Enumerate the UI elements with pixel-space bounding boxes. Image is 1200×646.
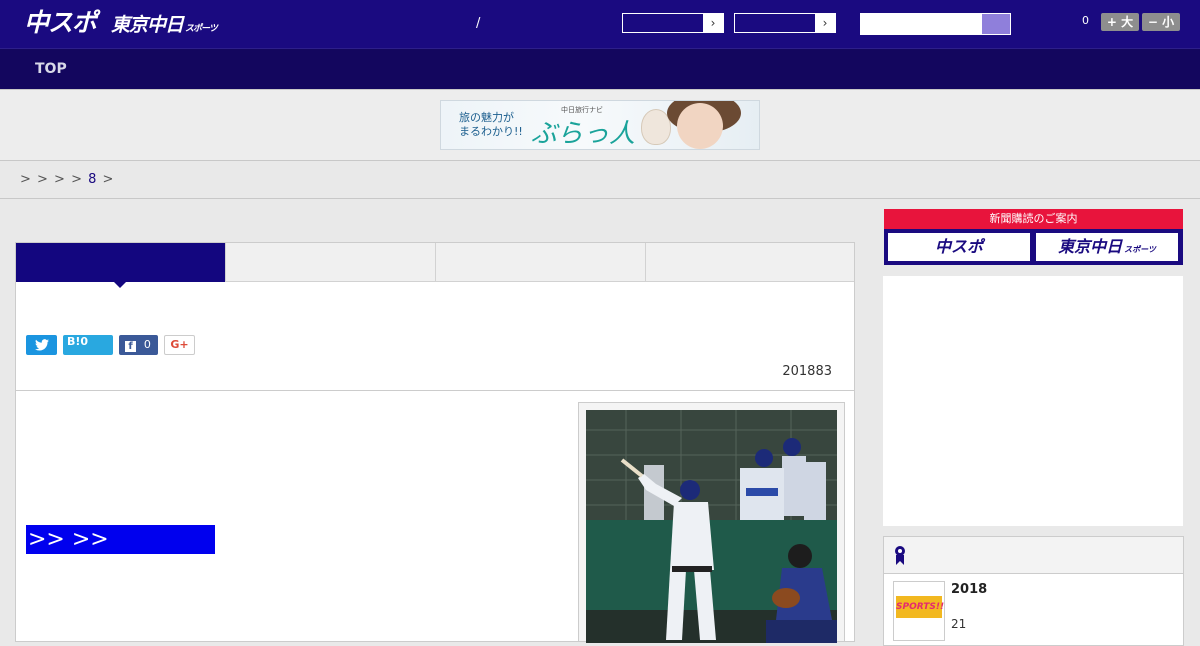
ribbon-icon: [895, 546, 905, 565]
hatena-bookmark-button[interactable]: B!0: [63, 335, 113, 355]
search-button[interactable]: [982, 14, 1010, 34]
google-plus-button[interactable]: G+: [164, 335, 195, 355]
ranking-item-title[interactable]: 2018: [951, 582, 987, 597]
tab-4[interactable]: [646, 243, 854, 282]
twitter-share-button[interactable]: [26, 335, 57, 355]
subscribe-options: 中スポ 東京中日 スポーツ: [884, 229, 1183, 265]
tokyo-logo-sub: スポーツ: [185, 24, 218, 34]
sidebar-ad-slot: [883, 276, 1183, 526]
ad-brand: ぶらっ人: [531, 119, 636, 149]
article-date: 201883: [782, 364, 832, 379]
travel-ad-banner[interactable]: 旅の魅力が まるわかり!! 中日旅行ナビ ぶらっ人: [440, 100, 760, 150]
thumbnail-text: SPORTS!!: [896, 596, 944, 618]
global-nav: TOP: [0, 48, 1200, 89]
ad-band: 旅の魅力が まるわかり!! 中日旅行ナビ ぶらっ人: [0, 89, 1200, 161]
article-panel: B!0 f 0 G+ 201883 >> >>: [15, 242, 855, 643]
ranking-header: [884, 537, 1183, 574]
breadcrumb-link[interactable]: 8: [88, 172, 97, 187]
breadcrumb-trail: > > > > 8 >: [20, 172, 115, 187]
subscribe-chunichi-button[interactable]: 中スポ: [888, 233, 1030, 261]
facebook-icon: f: [125, 341, 136, 352]
divider: [16, 390, 854, 391]
category-select-2[interactable]: ›: [734, 13, 836, 33]
twitter-bird-icon: [34, 339, 49, 351]
subscribe-header: 新聞購読のご案内: [884, 209, 1183, 229]
ad-tagline: 旅の魅力が まるわかり!!: [459, 111, 523, 138]
tab-2[interactable]: [226, 243, 436, 282]
chevron-right-icon: ›: [703, 14, 723, 32]
font-larger-button[interactable]: + 大: [1101, 13, 1139, 31]
facebook-count: 0: [143, 338, 151, 351]
tab-3[interactable]: [436, 243, 646, 282]
font-size-count: 0: [1082, 14, 1089, 27]
font-smaller-button[interactable]: − 小: [1142, 13, 1180, 31]
chevron-right-icon: ›: [815, 14, 835, 32]
tab-caret: [114, 282, 126, 288]
search-box[interactable]: [860, 13, 1011, 35]
tokyo-logo-text: 東京中日: [111, 14, 184, 36]
model-face: [677, 103, 723, 149]
baseball-photo: [586, 410, 837, 643]
header-separator: /: [476, 16, 481, 31]
chunichi-sports-logo[interactable]: 中スポ: [24, 9, 97, 37]
tab-1[interactable]: [16, 243, 226, 288]
breadcrumb: > > > > 8 >: [0, 161, 1200, 199]
nav-item-top[interactable]: TOP: [35, 61, 67, 77]
subscribe-tokyo-button[interactable]: 東京中日 スポーツ: [1036, 233, 1178, 261]
subscription-ad[interactable]: 新聞購読のご案内 中スポ 東京中日 スポーツ: [884, 209, 1183, 265]
article-photo[interactable]: [578, 402, 845, 643]
facebook-share-button[interactable]: f 0: [119, 335, 158, 355]
ranking-thumbnail[interactable]: SPORTS!!: [893, 581, 945, 641]
article-link[interactable]: >> >>: [26, 525, 215, 554]
site-header: 中スポ 東京中日 スポーツ / › › 0 + 大 − 小: [0, 0, 1200, 48]
tokyo-chunichi-logo[interactable]: 東京中日 スポーツ: [111, 13, 218, 41]
ranking-item-date: 21: [951, 617, 967, 631]
category-select-1[interactable]: ›: [622, 13, 724, 33]
